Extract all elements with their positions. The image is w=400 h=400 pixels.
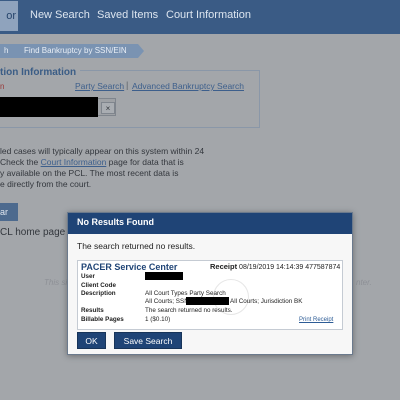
footer-left-text: This si xyxy=(44,278,68,287)
pacer-receipt: PACER Service Center Receipt 08/19/2019 … xyxy=(77,260,343,330)
ok-button[interactable]: OK xyxy=(77,332,106,349)
link-separator: | xyxy=(126,80,129,90)
party-search-link[interactable]: Party Search xyxy=(75,81,124,91)
results-value: The search returned no results. xyxy=(145,307,233,314)
no-results-dialog: No Results Found The search returned no … xyxy=(67,212,353,355)
advanced-bankruptcy-search-link[interactable]: Advanced Bankruptcy Search xyxy=(132,81,244,91)
field-label: n xyxy=(0,82,5,91)
save-search-button[interactable]: Save Search xyxy=(114,332,182,349)
top-nav-bar: or New Search Saved Items Court Informat… xyxy=(0,0,400,34)
receipt-title: PACER Service Center xyxy=(81,262,178,272)
clear-icon[interactable]: × xyxy=(101,102,115,114)
notice-line-3: y available on the PCL. The most recent … xyxy=(0,168,179,178)
dialog-title: No Results Found xyxy=(77,217,154,227)
receipt-value: 08/19/2019 14:14:39 477587874 xyxy=(239,264,341,271)
notice-line-2-pre: Check the xyxy=(0,157,41,167)
footer-right-text: nter. xyxy=(356,278,372,287)
billable-pages-value: 1 ($0.10) xyxy=(145,316,171,323)
redacted-user xyxy=(145,272,183,280)
breadcrumb-item-2[interactable]: Find Bankruptcy by SSN/EIN xyxy=(16,44,144,58)
pacer-logo[interactable]: or xyxy=(0,1,18,31)
client-code-key: Client Code xyxy=(81,282,116,289)
pcl-home-page-link[interactable]: CL home page xyxy=(0,227,65,238)
dialog-message: The search returned no results. xyxy=(77,241,196,251)
print-receipt-link[interactable]: Print Receipt xyxy=(299,317,333,323)
notice-line-2-post: page for data that is xyxy=(106,157,184,167)
court-information-link[interactable]: Court Information xyxy=(41,157,107,167)
nav-saved-items[interactable]: Saved Items xyxy=(97,9,158,21)
notice-line-4: e directly from the court. xyxy=(0,179,92,189)
description-key: Description xyxy=(81,290,116,297)
user-key: User xyxy=(81,273,96,280)
results-key: Results xyxy=(81,307,104,314)
clear-button[interactable]: ar xyxy=(0,203,18,221)
description-value-line2: All Courts; SSN xyxy=(145,298,189,305)
receipt-header: Receipt 08/19/2019 14:14:39 477587874 xyxy=(210,262,340,271)
receipt-label: Receipt xyxy=(210,262,238,271)
nav-new-search[interactable]: New Search xyxy=(30,9,90,21)
nav-court-information[interactable]: Court Information xyxy=(166,9,251,21)
billable-pages-key: Billable Pages xyxy=(81,316,124,323)
description-value: All Court Types Party Search xyxy=(145,290,226,297)
data-availability-notice: led cases will typically appear on this … xyxy=(0,146,210,190)
description-value-line2-tail: All Courts; Jurisdiction BK xyxy=(230,298,303,305)
logo-text: or xyxy=(6,10,16,22)
dialog-header: No Results Found xyxy=(68,213,352,234)
panel-title: tion Information xyxy=(0,67,81,78)
redacted-ssn-receipt xyxy=(186,297,229,305)
notice-line-2: Check the Court Information page for dat… xyxy=(0,157,210,168)
notice-line-1: led cases will typically appear on this … xyxy=(0,146,205,156)
redacted-ssn xyxy=(0,97,98,117)
